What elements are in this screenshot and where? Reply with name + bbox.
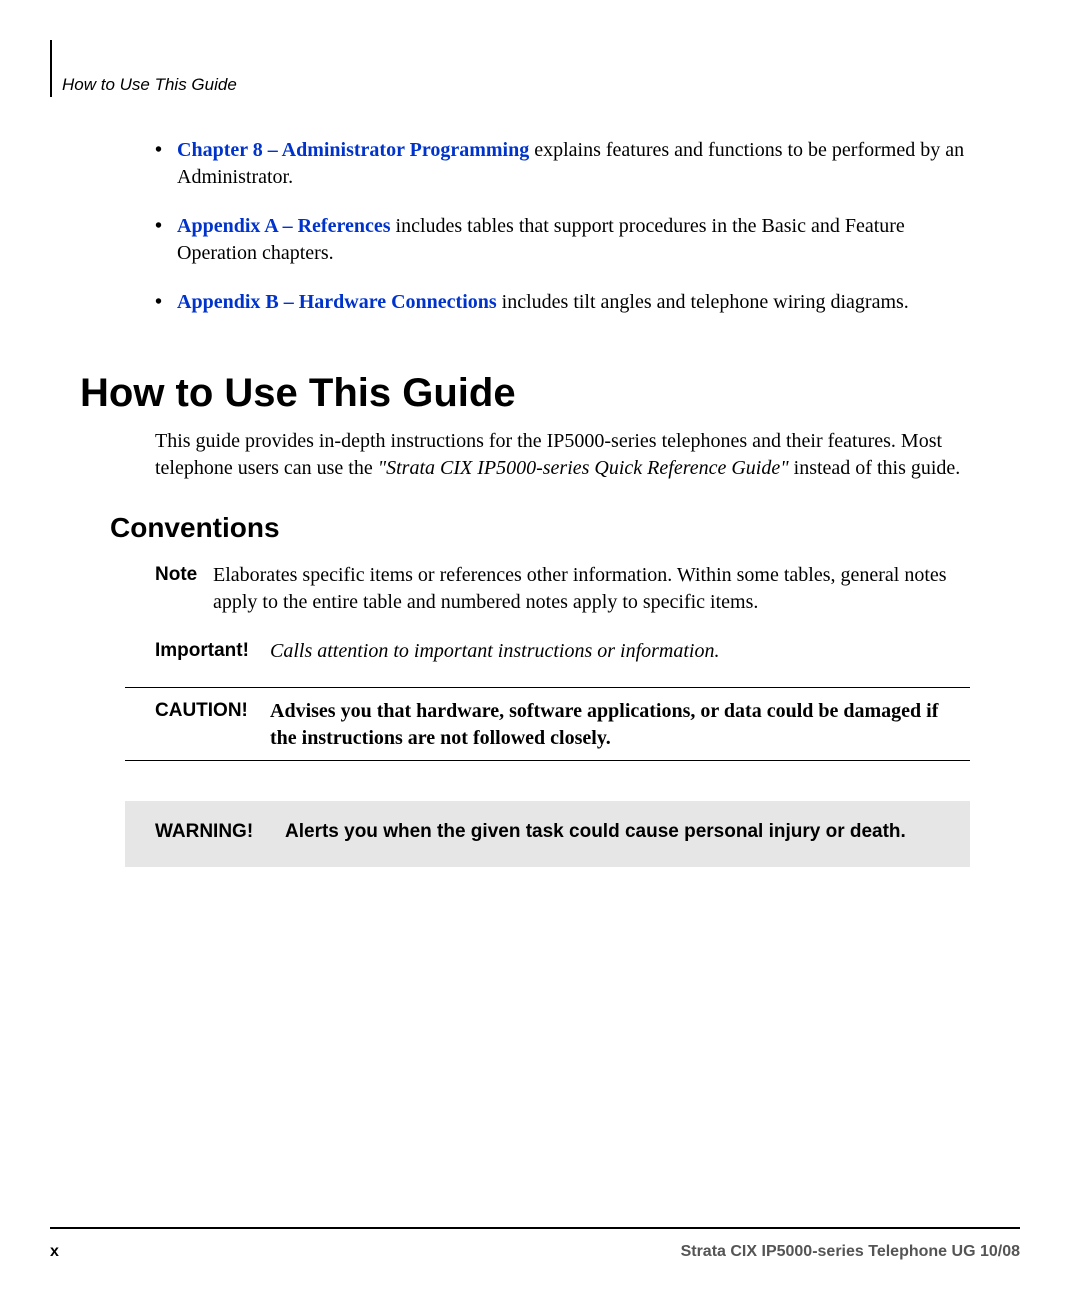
important-text: Calls attention to important instruction… <box>270 638 970 665</box>
subsection-heading: Conventions <box>110 512 1020 544</box>
convention-important: Important! Calls attention to important … <box>155 638 970 665</box>
page: How to Use This Guide • Chapter 8 – Admi… <box>0 0 1080 1311</box>
link-appendix-a[interactable]: Appendix A – References <box>177 215 391 237</box>
link-chapter-8[interactable]: Chapter 8 – Administrator Programming <box>177 139 529 161</box>
bullet-rest: includes tilt angles and telephone wirin… <box>497 291 909 313</box>
intro-part2: instead of this guide. <box>789 457 961 479</box>
bullet-marker: • <box>155 137 177 191</box>
running-head: How to Use This Guide <box>62 40 1020 97</box>
intro-paragraph: This guide provides in-depth instruction… <box>155 428 970 482</box>
warning-label: WARNING! <box>155 819 285 845</box>
link-appendix-b[interactable]: Appendix B – Hardware Connections <box>177 291 497 313</box>
convention-warning: WARNING! Alerts you when the given task … <box>155 819 948 845</box>
bullet-text: Appendix B – Hardware Connections includ… <box>177 289 909 316</box>
section-heading: How to Use This Guide <box>80 371 1020 416</box>
header-block: How to Use This Guide <box>50 40 1020 97</box>
divider <box>125 760 970 761</box>
bullet-item: • Appendix A – References includes table… <box>155 213 980 267</box>
footer-text: Strata CIX IP5000-series Telephone UG 10… <box>681 1243 1020 1261</box>
caution-text: Advises you that hardware, software appl… <box>270 698 970 752</box>
intro-italic: "Strata CIX IP5000-series Quick Referenc… <box>378 457 789 479</box>
bullet-item: • Appendix B – Hardware Connections incl… <box>155 289 980 316</box>
caution-label: CAUTION! <box>155 698 270 752</box>
bullet-marker: • <box>155 289 177 316</box>
note-text: Elaborates specific items or references … <box>213 562 970 616</box>
page-number: x <box>50 1243 59 1261</box>
convention-caution: CAUTION! Advises you that hardware, soft… <box>155 698 970 752</box>
convention-note: Note Elaborates specific items or refere… <box>155 562 970 616</box>
warning-text: Alerts you when the given task could cau… <box>285 819 948 845</box>
bullet-item: • Chapter 8 – Administrator Programming … <box>155 137 980 191</box>
important-label: Important! <box>155 638 270 665</box>
divider <box>125 687 970 688</box>
note-label: Note <box>155 562 213 616</box>
bullet-text: Appendix A – References includes tables … <box>177 213 980 267</box>
bullet-list: • Chapter 8 – Administrator Programming … <box>155 137 980 316</box>
warning-box: WARNING! Alerts you when the given task … <box>125 801 970 867</box>
footer: x Strata CIX IP5000-series Telephone UG … <box>50 1227 1020 1261</box>
bullet-marker: • <box>155 213 177 267</box>
bullet-text: Chapter 8 – Administrator Programming ex… <box>177 137 980 191</box>
